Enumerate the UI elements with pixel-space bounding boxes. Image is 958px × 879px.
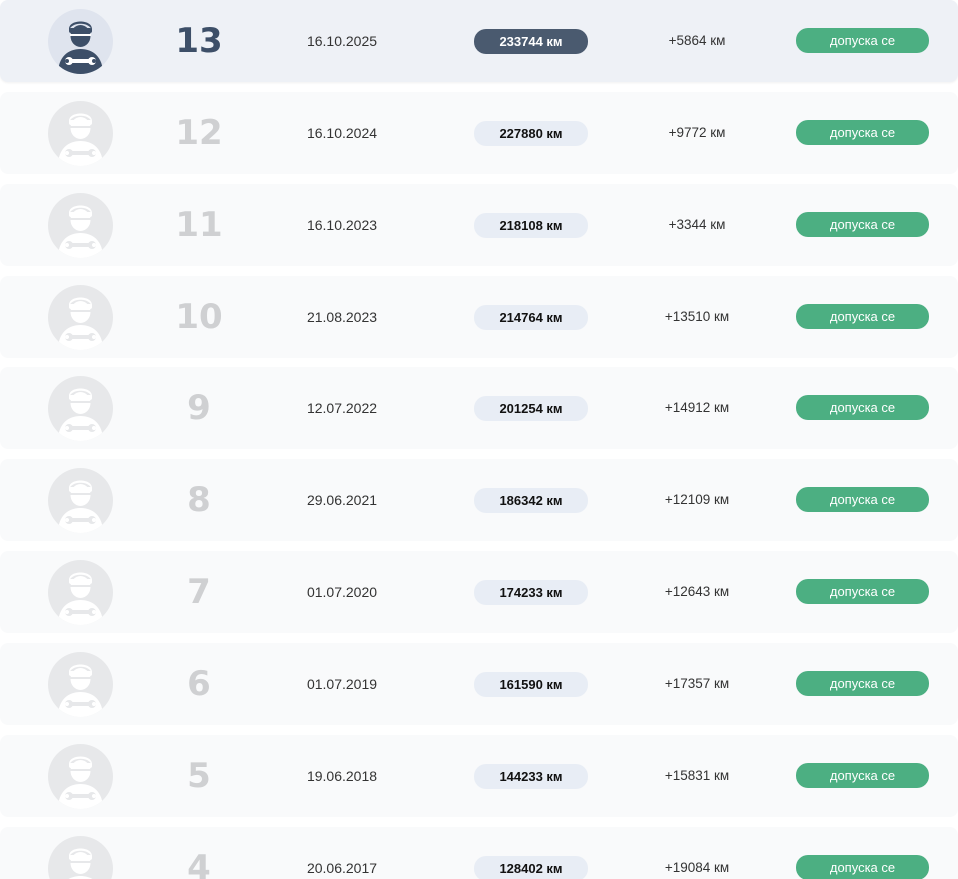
mechanic-avatar-icon	[68, 848, 93, 879]
status-badge: допуска се	[796, 579, 929, 605]
inspection-number: 13	[175, 21, 223, 61]
inspection-row[interactable]: 12 16.10.2024 227880 км +9772 км допуска…	[0, 91, 958, 174]
status-badge: допуска се	[796, 119, 929, 145]
inspection-date: 16.10.2023	[306, 216, 378, 233]
inspection-number: 11	[175, 204, 223, 245]
status-badge: допуска се	[796, 303, 929, 329]
inspection-number: 5	[187, 755, 211, 796]
mileage-difference: +14912 км	[664, 400, 730, 416]
mileage-difference: +12643 км	[664, 584, 730, 600]
status-badge: допуска се	[796, 670, 929, 696]
inspection-date: 16.10.2024	[306, 124, 378, 141]
avatar	[48, 468, 113, 534]
mileage-badge: 214764 км	[474, 304, 588, 330]
status-badge: допуска се	[796, 211, 929, 237]
mileage-difference: +19084 км	[664, 859, 730, 875]
avatar	[48, 835, 113, 879]
inspection-number: 7	[187, 572, 211, 613]
inspection-date: 20.06.2017	[306, 859, 378, 876]
inspection-row[interactable]: 13 16.10.2025 233744 км +5864 км допуска…	[0, 0, 958, 82]
inspection-date: 12.07.2022	[306, 400, 378, 417]
inspection-date: 16.10.2025	[306, 33, 378, 49]
mileage-badge: 233744 км	[474, 29, 588, 54]
inspection-number: 12	[175, 112, 223, 153]
mileage-badge: 174233 км	[474, 580, 588, 606]
avatar	[48, 560, 113, 626]
mileage-difference: +12109 км	[664, 492, 730, 508]
mileage-difference: +17357 км	[664, 675, 730, 691]
mileage-badge: 201254 км	[474, 396, 588, 422]
mileage-difference: +9772 км	[668, 124, 726, 140]
avatar	[48, 376, 113, 442]
inspection-row[interactable]: 7 01.07.2020 174233 км +12643 км допуска…	[0, 551, 958, 634]
mechanic-avatar-icon	[58, 480, 103, 534]
inspection-date: 19.06.2018	[306, 767, 378, 784]
mechanic-avatar-icon	[58, 21, 103, 74]
mechanic-avatar-icon	[58, 113, 103, 166]
mileage-badge: 186342 км	[474, 488, 588, 514]
mechanic-avatar-icon	[58, 297, 103, 350]
inspection-date: 29.06.2021	[306, 492, 378, 509]
inspection-row[interactable]: 4 20.06.2017 128402 км +19084 км допуска…	[0, 826, 958, 879]
inspection-number: 9	[187, 388, 211, 429]
inspection-number: 4	[187, 847, 211, 879]
status-badge: допуска се	[796, 762, 929, 788]
avatar	[48, 284, 113, 350]
mechanic-avatar-icon	[58, 205, 103, 258]
mileage-difference: +13510 км	[664, 308, 730, 324]
mechanic-avatar-icon	[58, 664, 103, 717]
mileage-difference: +15831 км	[664, 767, 730, 783]
mechanic-avatar-icon	[58, 756, 103, 809]
avatar	[48, 651, 113, 717]
avatar	[48, 743, 113, 809]
inspection-row[interactable]: 8 29.06.2021 186342 км +12109 км допуска…	[0, 459, 958, 542]
mileage-badge: 161590 км	[474, 671, 588, 697]
inspection-date: 21.08.2023	[306, 308, 378, 325]
inspection-number: 8	[187, 480, 211, 521]
status-badge: допуска се	[796, 395, 929, 421]
mechanic-avatar-icon	[58, 572, 103, 626]
avatar	[48, 100, 113, 166]
mileage-difference: +3344 км	[668, 216, 726, 232]
avatar	[48, 9, 113, 74]
status-badge: допуска се	[796, 487, 929, 513]
mechanic-avatar-icon	[58, 388, 103, 442]
inspection-row[interactable]: 11 16.10.2023 218108 км +3344 км допуска…	[0, 183, 958, 266]
inspection-number: 10	[175, 296, 223, 337]
inspection-history-list: 13 16.10.2025 233744 км +5864 км допуска…	[0, 0, 958, 879]
inspection-number: 6	[187, 663, 211, 704]
mileage-badge: 128402 км	[474, 855, 588, 879]
mileage-badge: 218108 км	[474, 212, 588, 238]
status-badge: допуска се	[796, 854, 929, 879]
inspection-row[interactable]: 5 19.06.2018 144233 км +15831 км допуска…	[0, 734, 958, 817]
mileage-badge: 144233 км	[474, 763, 588, 789]
avatar	[48, 192, 113, 258]
inspection-row[interactable]: 10 21.08.2023 214764 км +13510 км допуск…	[0, 275, 958, 358]
inspection-date: 01.07.2020	[306, 584, 378, 601]
mileage-badge: 227880 км	[474, 120, 588, 146]
status-badge: допуска се	[796, 28, 929, 53]
inspection-date: 01.07.2019	[306, 675, 378, 692]
inspection-row[interactable]: 6 01.07.2019 161590 км +17357 км допуска…	[0, 642, 958, 725]
mileage-difference: +5864 км	[668, 33, 726, 48]
inspection-row[interactable]: 9 12.07.2022 201254 км +14912 км допуска…	[0, 367, 958, 450]
